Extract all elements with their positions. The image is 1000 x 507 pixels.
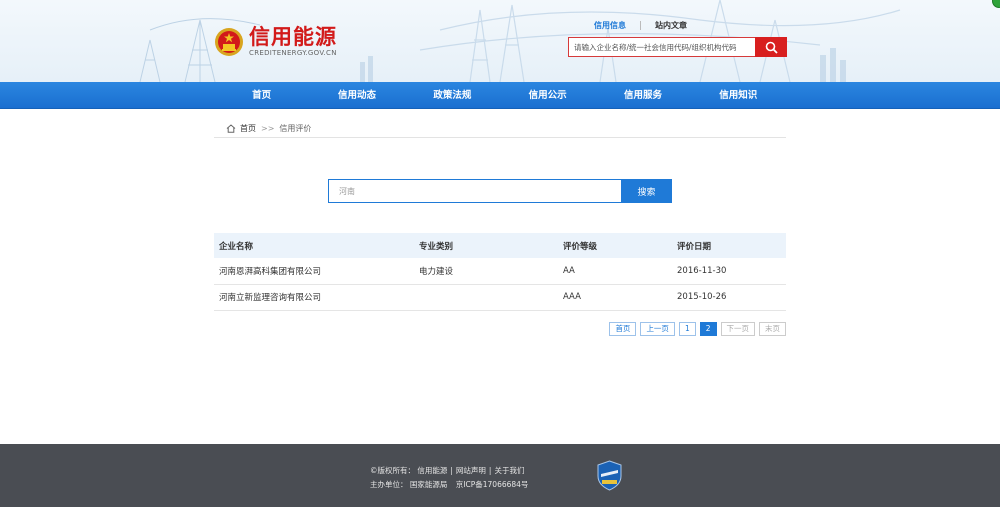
- pagination: 首页 上一页 1 2 下一页 末页: [609, 322, 786, 336]
- cell-category: 电力建设: [414, 258, 558, 285]
- footer-text: ©版权所有： 信用能源 | 网站声明 | 关于我们 主办单位： 国家能源局 京ICP备1…: [370, 464, 528, 492]
- tab-divider: [640, 21, 641, 30]
- header-background-illustration: [139, 0, 901, 82]
- footer-host-label: 主办单位：: [370, 480, 408, 489]
- site-header: 信用能源 CREDITENERGY.GOV.CN 信用信息 站内文章: [0, 0, 1000, 82]
- results-table: 企业名称 专业类别 评价等级 评价日期 河南恩湃高科集团有限公司 电力建设 AA…: [214, 233, 786, 311]
- header-search-input[interactable]: [568, 37, 755, 57]
- footer-divider: |: [488, 466, 492, 475]
- site-footer: ©版权所有： 信用能源 | 网站声明 | 关于我们 主办单位： 国家能源局 京ICP备1…: [0, 444, 1000, 507]
- nav-item-home[interactable]: 首页: [214, 82, 309, 109]
- national-emblem-icon: [215, 27, 243, 56]
- footer-host-line: 主办单位： 国家能源局 京ICP备17066684号: [370, 478, 528, 492]
- pagination-page-2[interactable]: 2: [699, 322, 717, 336]
- rating-search: 搜索: [328, 179, 672, 203]
- nav-item-credit-news[interactable]: 信用动态: [309, 82, 404, 109]
- footer-host: 国家能源局: [409, 480, 448, 489]
- breadcrumb: 首页 >> 信用评价: [214, 120, 786, 138]
- logo-domain: CREDITENERGY.GOV.CN: [249, 49, 337, 57]
- institution-badge-icon[interactable]: [596, 460, 623, 491]
- logo-title: 信用能源: [249, 24, 337, 49]
- rating-search-input[interactable]: [328, 179, 621, 203]
- site-logo[interactable]: 信用能源 CREDITENERGY.GOV.CN: [214, 26, 337, 57]
- footer-copyright-line: ©版权所有： 信用能源 | 网站声明 | 关于我们: [370, 464, 528, 478]
- home-icon: [226, 124, 236, 133]
- table-row: 河南恩湃高科集团有限公司 电力建设 AA 2016-11-30: [214, 258, 786, 285]
- rating-search-button[interactable]: 搜索: [621, 179, 672, 203]
- header-company-name: 企业名称: [214, 233, 414, 258]
- pagination-first[interactable]: 首页: [609, 322, 637, 336]
- breadcrumb-home-link[interactable]: 首页: [240, 123, 256, 134]
- footer-icp[interactable]: 京ICP备17066684号: [456, 480, 529, 489]
- header-search-button[interactable]: [755, 37, 787, 57]
- tab-site-articles[interactable]: 站内文章: [655, 20, 687, 31]
- nav-item-credit-services[interactable]: 信用服务: [595, 82, 690, 109]
- footer-statement-link[interactable]: 网站声明: [456, 466, 486, 475]
- cell-company-name: 河南恩湃高科集团有限公司: [214, 258, 414, 285]
- header-category: 专业类别: [414, 233, 558, 258]
- search-tabs: 信用信息 站内文章: [594, 20, 687, 31]
- nav-item-credit-knowledge[interactable]: 信用知识: [691, 82, 786, 109]
- footer-divider: |: [450, 466, 453, 475]
- table-row: 河南立新监理咨询有限公司 AAA 2015-10-26: [214, 284, 786, 311]
- footer-copyright-label: ©版权所有：: [370, 466, 415, 475]
- breadcrumb-separator: >>: [261, 124, 275, 133]
- cell-rating: AA: [558, 258, 672, 285]
- main-nav: 首页 信用动态 政策法规 信用公示 信用服务 信用知识: [0, 82, 1000, 109]
- pagination-prev[interactable]: 上一页: [640, 322, 675, 336]
- cell-date: 2016-11-30: [672, 258, 786, 285]
- breadcrumb-current: 信用评价: [279, 124, 312, 133]
- cell-category: [414, 284, 558, 311]
- cell-rating: AAA: [558, 284, 672, 311]
- search-icon: [765, 41, 778, 54]
- table-header-row: 企业名称 专业类别 评价等级 评价日期: [214, 233, 786, 258]
- header-date: 评价日期: [672, 233, 786, 258]
- pagination-next: 下一页: [720, 322, 755, 336]
- nav-item-credit-publicity[interactable]: 信用公示: [500, 82, 595, 109]
- header-search: [568, 37, 787, 57]
- header-rating: 评价等级: [558, 233, 672, 258]
- cell-date: 2015-10-26: [672, 284, 786, 311]
- footer-about-link[interactable]: 关于我们: [494, 466, 524, 475]
- nav-item-policies[interactable]: 政策法规: [405, 82, 500, 109]
- cell-company-name: 河南立新监理咨询有限公司: [214, 284, 414, 311]
- footer-site-link[interactable]: 信用能源: [417, 466, 447, 475]
- tab-credit-info[interactable]: 信用信息: [594, 20, 626, 31]
- pagination-page-1[interactable]: 1: [678, 322, 696, 336]
- pagination-last: 末页: [759, 322, 786, 336]
